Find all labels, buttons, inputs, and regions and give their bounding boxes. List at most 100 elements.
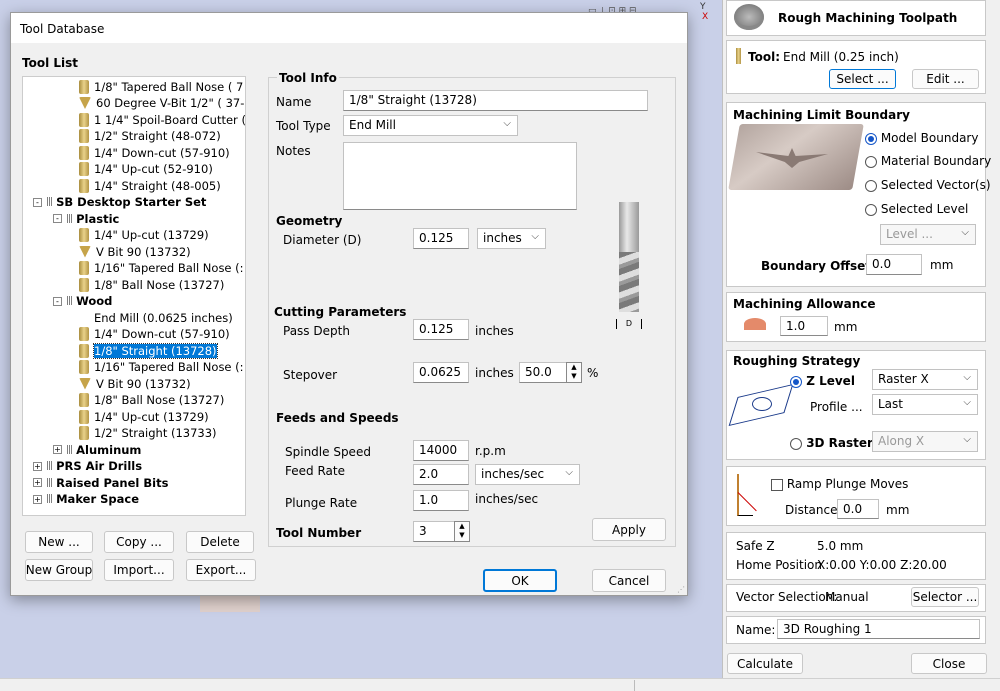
panel-title: Rough Machining Toolpath xyxy=(778,11,958,25)
tree-group[interactable]: - ||| Plastic xyxy=(53,210,119,227)
expand-icon[interactable]: + xyxy=(33,478,42,487)
selector-button[interactable]: Selector ... xyxy=(911,587,979,607)
collapse-icon[interactable]: - xyxy=(33,197,42,207)
allowance-input[interactable]: 1.0 xyxy=(780,316,828,336)
z-level-radio[interactable] xyxy=(790,375,802,388)
new-group-button[interactable]: New Group xyxy=(25,559,93,581)
tree-item[interactable]: 1/2" Straight (13733) xyxy=(79,425,217,442)
tree-item[interactable]: 1/4" Down-cut (57-910) xyxy=(79,144,230,161)
toolpath-name-input[interactable]: 3D Roughing 1 xyxy=(777,619,980,639)
tree-item[interactable]: 1/2" Straight (48-072) xyxy=(79,128,221,145)
tree-item[interactable]: 1/8" Ball Nose (13727) xyxy=(79,392,224,409)
tree-vertical-scrollbar[interactable] xyxy=(245,147,246,287)
boundary-offset-input[interactable]: 0.0 xyxy=(866,254,922,275)
material-boundary-option[interactable]: Material Boundary xyxy=(865,154,991,168)
copy-tool-button[interactable]: Copy ... xyxy=(104,531,174,553)
stepover-input[interactable]: 0.0625 xyxy=(413,362,469,383)
tree-group[interactable]: + ||| Aluminum xyxy=(53,441,141,458)
tool-type-value: End Mill xyxy=(349,118,396,132)
feed-rate-input[interactable]: 2.0 xyxy=(413,464,469,485)
tree-item[interactable]: 1/16" Tapered Ball Nose (: xyxy=(79,359,244,376)
raster-3d-select[interactable]: Along X ⌵ xyxy=(872,431,978,452)
spindle-speed-input[interactable]: 14000 xyxy=(413,440,469,461)
tree-item[interactable]: 1/8" Ball Nose (13727) xyxy=(79,276,224,293)
tree-item[interactable]: 1/4" Up-cut (13729) xyxy=(79,408,209,425)
import-button[interactable]: Import... xyxy=(104,559,174,581)
profile-select[interactable]: Last ⌵ xyxy=(872,394,978,415)
tool-type-select[interactable]: End Mill ⌵ xyxy=(343,115,518,136)
allowance-icon xyxy=(744,318,766,330)
diameter-input[interactable]: 0.125 xyxy=(413,228,469,249)
material-boundary-label: Material Boundary xyxy=(880,154,992,168)
export-button[interactable]: Export... xyxy=(186,559,256,581)
tree-group[interactable]: + ||| Raised Panel Bits xyxy=(33,474,168,491)
tree-item[interactable]: 60 Degree V-Bit 1/2" ( 37- xyxy=(79,95,244,112)
profile-value: Last xyxy=(878,397,903,411)
tree-group[interactable]: - ||| SB Desktop Starter Set xyxy=(33,194,206,211)
tool-number-spinner[interactable]: ▲ ▼ xyxy=(454,521,470,542)
model-boundary-radio[interactable] xyxy=(865,132,877,145)
tree-item[interactable]: 1/8" Straight (13728) xyxy=(79,342,218,359)
tree-item[interactable]: V Bit 90 (13732) xyxy=(79,243,191,260)
tool-tree[interactable]: 1/8" Tapered Ball Nose ( 7 60 Degree V-Bi… xyxy=(22,76,246,516)
tree-item-label: 1/2" Straight (48-072) xyxy=(94,129,221,143)
tree-item[interactable]: 1 1/4" Spoil-Board Cutter ( xyxy=(79,111,245,128)
selected-vectors-radio[interactable] xyxy=(865,179,877,192)
collapse-icon[interactable]: - xyxy=(53,214,62,223)
collapse-icon[interactable]: - xyxy=(53,296,62,306)
tree-item[interactable]: 1/4" Down-cut (57-910) xyxy=(79,326,230,343)
resize-grip-icon[interactable]: ⋰ xyxy=(677,585,687,595)
tree-item[interactable]: 1/4" Up-cut (13729) xyxy=(79,227,209,244)
new-tool-button[interactable]: New ... xyxy=(25,531,93,553)
edit-tool-button[interactable]: Edit ... xyxy=(912,69,979,89)
home-position-value: X:0.00 Y:0.00 Z:20.00 xyxy=(817,558,947,572)
tree-item[interactable]: End Mill (0.0625 inches) xyxy=(79,309,233,326)
tree-item-label: V Bit 90 (13732) xyxy=(96,244,191,259)
ramp-plunge-checkbox[interactable] xyxy=(771,478,783,491)
tree-item[interactable]: 1/4" Up-cut (52-910) xyxy=(79,161,213,178)
drill-bit-icon xyxy=(79,327,89,341)
tool-name-input[interactable]: 1/8" Straight (13728) xyxy=(343,90,648,111)
tree-item[interactable]: 1/16" Tapered Ball Nose (: xyxy=(79,260,244,277)
z-level-select[interactable]: Raster X ⌵ xyxy=(872,369,978,390)
tree-item[interactable]: 1/4" Straight (48-005) xyxy=(79,177,221,194)
select-tool-button[interactable]: Select ... xyxy=(829,69,896,89)
material-boundary-radio[interactable] xyxy=(865,155,877,168)
stepover-percent-input[interactable]: 50.0 xyxy=(519,362,567,383)
raster-3d-option[interactable]: 3D Raster xyxy=(790,436,873,450)
apply-button[interactable]: Apply xyxy=(592,518,666,541)
delete-tool-button[interactable]: Delete xyxy=(186,531,254,553)
distance-label: Distance xyxy=(785,503,838,517)
level-select[interactable]: Level ... ⌵ xyxy=(880,224,976,245)
distance-input[interactable]: 0.0 xyxy=(837,499,879,519)
tool-number-input[interactable]: 3 xyxy=(413,521,455,542)
tree-item-label: 60 Degree V-Bit 1/2" ( 37- xyxy=(96,96,245,110)
cancel-button[interactable]: Cancel xyxy=(592,569,666,592)
ok-button[interactable]: OK xyxy=(483,569,557,592)
notes-textarea[interactable] xyxy=(343,142,577,210)
z-level-option[interactable]: Z Level xyxy=(790,374,855,388)
raster-3d-radio[interactable] xyxy=(790,437,802,450)
tree-group[interactable]: - ||| Wood xyxy=(53,293,112,310)
tree-item[interactable]: 1/8" Tapered Ball Nose ( 7 xyxy=(79,78,243,95)
selected-level-radio[interactable] xyxy=(865,203,877,216)
tree-item-label: 1/4" Down-cut (57-910) xyxy=(94,327,230,341)
tree-group[interactable]: + ||| PRS Air Drills xyxy=(33,458,142,475)
model-boundary-option[interactable]: Model Boundary xyxy=(865,131,978,145)
stepover-spinner[interactable]: ▲ ▼ xyxy=(566,362,582,383)
tree-group[interactable]: + ||| Maker Space xyxy=(33,491,139,508)
pass-depth-input[interactable]: 0.125 xyxy=(413,319,469,340)
selected-vectors-option[interactable]: Selected Vector(s) xyxy=(865,178,991,192)
tree-item[interactable]: V Bit 90 (13732) xyxy=(79,375,191,392)
expand-icon[interactable]: + xyxy=(33,494,42,504)
dialog-titlebar[interactable] xyxy=(11,13,687,43)
expand-icon[interactable]: + xyxy=(53,445,62,454)
close-button[interactable]: Close xyxy=(911,653,987,674)
ramp-plunge-option[interactable]: Ramp Plunge Moves xyxy=(771,477,908,491)
diameter-units-select[interactable]: inches ⌵ xyxy=(477,228,546,249)
expand-icon[interactable]: + xyxy=(33,461,42,471)
calculate-button[interactable]: Calculate xyxy=(727,653,803,674)
feed-rate-units-select[interactable]: inches/sec ⌵ xyxy=(475,464,580,485)
plunge-rate-input[interactable]: 1.0 xyxy=(413,490,469,511)
selected-level-option[interactable]: Selected Level xyxy=(865,202,968,216)
